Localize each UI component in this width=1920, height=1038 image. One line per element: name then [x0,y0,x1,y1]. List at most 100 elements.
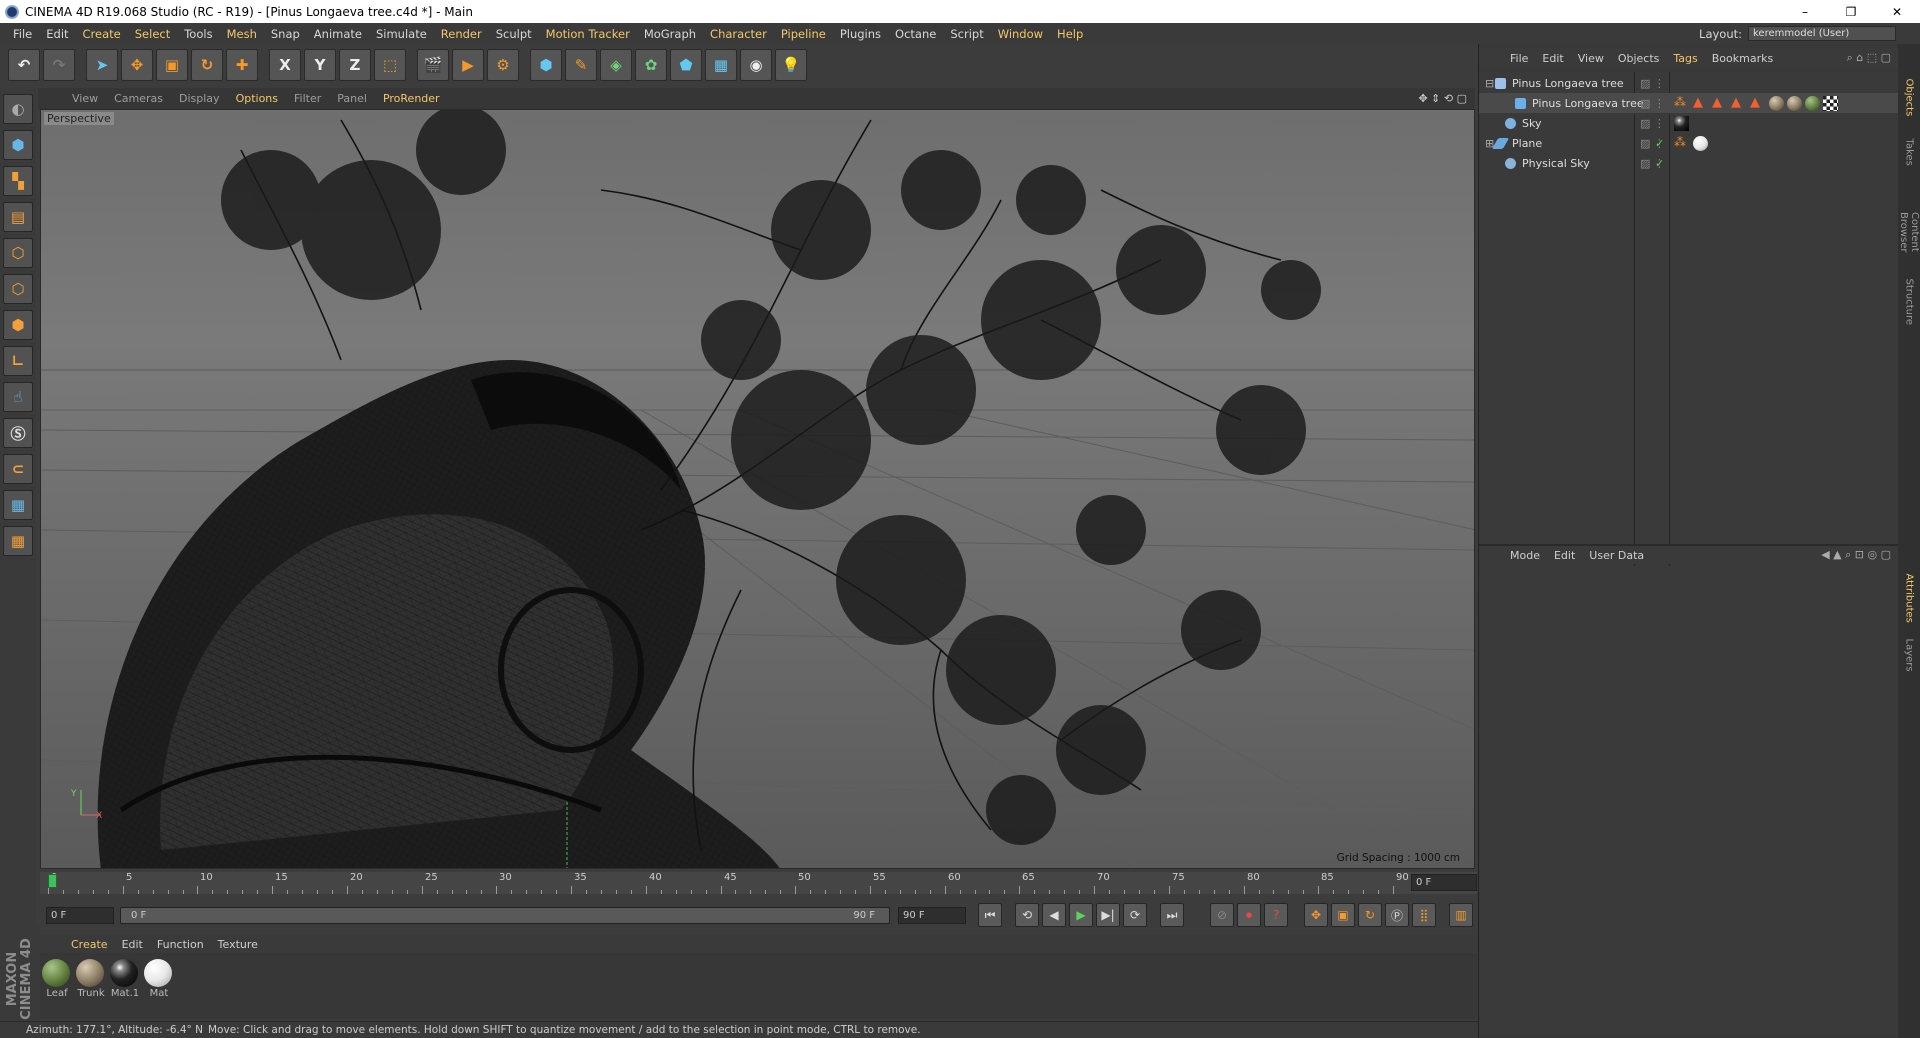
play-forward-icon[interactable]: ▶ [1069,903,1093,927]
tweak-mode-icon[interactable]: ☝ [3,382,33,412]
side-tab-content-browser[interactable]: Content Browser [1898,212,1920,253]
move-tool-icon[interactable]: ✥ [121,49,153,81]
max-frame-field[interactable]: 90 F [898,907,966,924]
material-menu-function[interactable]: Function [150,938,211,951]
rotation-key-icon[interactable]: ↻ [1358,903,1382,927]
next-key-icon[interactable]: ⟳ [1123,903,1147,927]
phong-tag-icon[interactable]: ⁂ [1674,95,1689,110]
material-leaf[interactable]: Leaf [42,959,72,999]
perspective-viewport[interactable]: Y X [40,109,1475,869]
object-list[interactable]: ⊟ Pinus Longaeva tree ▨ ⋮ Pinus Longaeva… [1479,72,1899,584]
menu-render[interactable]: Render [434,27,489,41]
viewport-menu-options[interactable]: Options [228,92,286,105]
workplane-icon[interactable]: ▦ [3,526,33,556]
object-row-pinus-parent[interactable]: ⊟ Pinus Longaeva tree ▨ ⋮ [1479,73,1899,93]
autokeying-icon[interactable]: ⏺ [1237,903,1261,927]
subdivision-surface-icon[interactable]: ◈ [600,49,632,81]
material-menu-texture[interactable]: Texture [211,938,265,951]
viewport-menu-view[interactable]: View [64,92,106,105]
viewport-menu-prorender[interactable]: ProRender [375,92,448,105]
current-frame-field[interactable]: 0 F [1411,874,1477,891]
preview-range-slider[interactable]: 0 F 90 F [120,907,890,924]
viewport-menu-panel[interactable]: Panel [329,92,375,105]
rotate-tool-icon[interactable]: ↻ [191,49,223,81]
selection-tag-icon[interactable]: ▲ [1731,95,1746,110]
trunk-material-tag-icon[interactable] [1787,96,1802,111]
timeline-ruler[interactable]: 051015202530354045505560657075808590 0 F [40,872,1477,894]
trunk-material-tag-icon[interactable] [1769,96,1784,111]
scale-tool-icon[interactable]: ▣ [156,49,188,81]
axis-mode-icon[interactable]: ∟ [3,346,33,376]
render-to-picture-viewer-icon[interactable]: ▶ [452,49,484,81]
selection-tag-icon[interactable]: ▲ [1712,95,1727,110]
menu-edit[interactable]: Edit [39,27,75,41]
snap-icon[interactable]: Ⓢ [3,418,33,448]
keyframe-selection-icon[interactable]: ? [1264,903,1288,927]
side-tab-takes[interactable]: Takes [1904,139,1915,166]
edges-mode-icon[interactable]: ⬡ [3,274,33,304]
previous-frame-icon[interactable]: ◀ [1042,903,1066,927]
previous-key-icon[interactable]: ⟲ [1015,903,1039,927]
workplane-lock-icon[interactable]: ▦ [3,490,33,520]
frame-ruler[interactable]: 051015202530354045505560657075808590 [48,872,1409,894]
enabled-checkmark-icon[interactable]: ✓ [1655,157,1664,170]
menu-simulate[interactable]: Simulate [369,27,434,41]
menu-character[interactable]: Character [703,27,774,41]
menu-plugins[interactable]: Plugins [833,27,888,41]
material-menu-create[interactable]: Create [64,938,115,951]
viewport-menu-cameras[interactable]: Cameras [106,92,171,105]
undo-button[interactable]: ↶ [8,49,40,81]
object-row-physical-sky[interactable]: Physical Sky ▨ ⋮ ✓ [1479,153,1899,173]
menu-tools[interactable]: Tools [177,27,219,41]
object-row-pinus-child[interactable]: Pinus Longaeva tree ▨ ⋮ ⁂ ▲ ▲ ▲ ▲ [1479,93,1899,113]
menu-animate[interactable]: Animate [307,27,369,41]
collapse-icon[interactable]: ⊟ [1485,77,1495,90]
object-menu-bookmarks[interactable]: Bookmarks [1705,52,1780,65]
texture-mode-icon[interactable]: ▚ [3,166,33,196]
object-menu-edit[interactable]: Edit [1535,52,1570,65]
menu-sculpt[interactable]: Sculpt [489,27,539,41]
camera-icon[interactable]: ◉ [740,49,772,81]
menu-octane[interactable]: Octane [888,27,943,41]
timeline-window-icon[interactable]: ▥ [1449,903,1473,927]
sky-material-tag-icon[interactable] [1674,116,1689,131]
maximize-button[interactable]: ❐ [1828,0,1874,23]
menu-mesh[interactable]: Mesh [220,27,264,41]
go-to-start-icon[interactable]: ⏮ [978,903,1002,927]
model-mode-icon[interactable]: ⬢ [3,130,33,160]
redo-button[interactable]: ↷ [43,49,75,81]
visibility-toggle-icon[interactable]: ▨ ⋮ [1640,77,1665,90]
attribute-menu-edit[interactable]: Edit [1547,549,1582,562]
white-material-tag-icon[interactable] [1693,136,1708,151]
lock-z-axis-button[interactable]: Z [339,49,371,81]
visibility-toggle-icon[interactable]: ▨ ⋮ [1640,117,1665,130]
leaf-material-tag-icon[interactable] [1805,96,1820,111]
min-frame-field[interactable]: 0 F [46,907,114,924]
deformer-icon[interactable]: ⬟ [670,49,702,81]
attribute-menu-mode[interactable]: Mode [1503,549,1547,562]
object-manager-search-icons[interactable]: ⌕ ⌂ ⬚ ▢ [1840,51,1899,65]
menu-mograph[interactable]: MoGraph [637,27,703,41]
coordinate-system-icon[interactable]: ⬚ [374,49,406,81]
cloner-icon[interactable]: ✿ [635,49,667,81]
position-key-icon[interactable]: ✥ [1304,903,1328,927]
object-menu-objects[interactable]: Objects [1611,52,1667,65]
viewport-navigation-icons[interactable]: ✥ ⇕ ⟲ ▢ [1410,92,1475,105]
object-menu-tags[interactable]: Tags [1666,52,1704,65]
magnet-icon[interactable]: ⊂ [3,454,33,484]
parameter-key-icon[interactable]: Ⓟ [1385,903,1409,927]
select-arrow-icon[interactable]: ➤ [86,49,118,81]
floor-icon[interactable]: ▦ [705,49,737,81]
last-tool-icon[interactable]: ✚ [226,49,258,81]
side-tab-structure[interactable]: Structure [1904,279,1915,326]
make-editable-icon[interactable]: ◐ [3,94,33,124]
points-mode-icon[interactable]: ⬡ [3,238,33,268]
selection-tag-icon[interactable]: ▲ [1750,95,1765,110]
light-icon[interactable]: 💡 [775,49,807,81]
material-menu-edit[interactable]: Edit [115,938,150,951]
menu-window[interactable]: Window [991,27,1050,41]
attribute-nav-icons[interactable]: ◀ ▲ ⌕ ⊡ ◎ ▢ [1814,548,1899,562]
side-tab-attributes[interactable]: Attributes [1904,574,1915,623]
material-mat[interactable]: Mat [144,959,174,999]
record-active-objects-icon[interactable]: ⊘ [1210,903,1234,927]
